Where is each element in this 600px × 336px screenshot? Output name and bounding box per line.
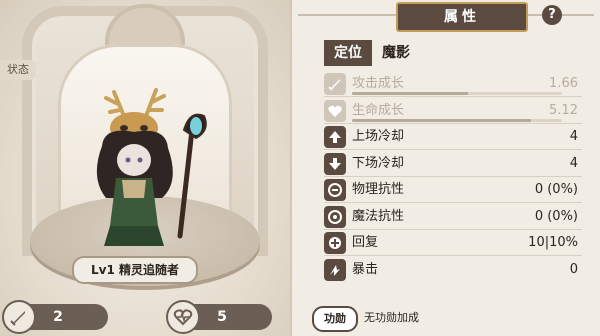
- physical-resist-icon: [324, 179, 346, 201]
- role-row: 定位 魔影: [324, 40, 594, 66]
- stat-row: 回复 10|10%: [324, 231, 582, 256]
- feat-text: 无功勋加成: [364, 311, 419, 324]
- growth-bar-fill: [352, 118, 531, 122]
- stat-value: 4: [569, 129, 578, 144]
- stat-label: 上场冷却: [352, 129, 405, 144]
- help-button[interactable]: ?: [542, 5, 562, 25]
- health-counter-value: 5: [217, 309, 227, 325]
- stat-row: 生命成长 5.12: [324, 99, 582, 124]
- hero-name-plate: Lv1 精灵追随者: [72, 256, 198, 284]
- hero-display-panel: 状态 Lv1 精灵追随者 2 5: [0, 0, 290, 336]
- stat-value: 4: [569, 155, 578, 171]
- stat-label: 物理抗性: [352, 182, 405, 197]
- attack-counter: 2: [2, 300, 108, 334]
- growth-bar: [352, 92, 562, 95]
- stat-row: 魔法抗性 0 (0%): [324, 205, 582, 230]
- stat-row: 下场冷却 4: [324, 152, 582, 177]
- stat-label: 下场冷却: [352, 155, 405, 171]
- stat-value: 0 (0%): [534, 182, 578, 197]
- attack-growth-icon: [324, 73, 346, 95]
- stat-label: 回复: [352, 235, 379, 250]
- attributes-panel: 属性 ? 定位 魔影 攻击成长 1.66 生命成长 5.12 上场冷却 4 下场冷却 4 物理抗…: [292, 0, 600, 336]
- stat-row: 攻击成长 1.66: [324, 72, 582, 97]
- role-label: 定位: [324, 40, 372, 66]
- health-counter: 5: [166, 300, 272, 334]
- feat-badge[interactable]: 功勋: [312, 306, 358, 332]
- stat-value: 0: [569, 261, 578, 277]
- heart-rate-icon: [166, 300, 200, 334]
- growth-bar-fill: [352, 92, 468, 95]
- stat-row: 物理抗性 0 (0%): [324, 178, 582, 203]
- role-value: 魔影: [382, 45, 410, 61]
- feat-row: 功勋 无功勋加成: [312, 306, 594, 332]
- magic-resist-icon: [324, 205, 346, 228]
- stat-row: 暴击 0: [324, 258, 582, 282]
- status-tab[interactable]: 状态: [0, 60, 36, 80]
- sword-icon: [2, 300, 36, 334]
- attributes-title: 属性: [396, 2, 528, 32]
- stat-label: 暴击: [352, 261, 379, 277]
- health-growth-icon: [324, 99, 346, 122]
- exit-cooldown-icon: [324, 152, 346, 175]
- enter-cooldown-icon: [324, 126, 346, 148]
- stat-row: 上场冷却 4: [324, 125, 582, 150]
- growth-bar: [352, 118, 562, 122]
- stat-label: 魔法抗性: [352, 208, 405, 224]
- stat-value: 10|10%: [528, 235, 578, 250]
- stat-value: 0 (0%): [534, 208, 578, 224]
- crit-icon: [324, 258, 346, 281]
- attack-counter-value: 2: [53, 309, 63, 325]
- hero-portrait[interactable]: [84, 86, 214, 256]
- regen-icon: [324, 232, 346, 254]
